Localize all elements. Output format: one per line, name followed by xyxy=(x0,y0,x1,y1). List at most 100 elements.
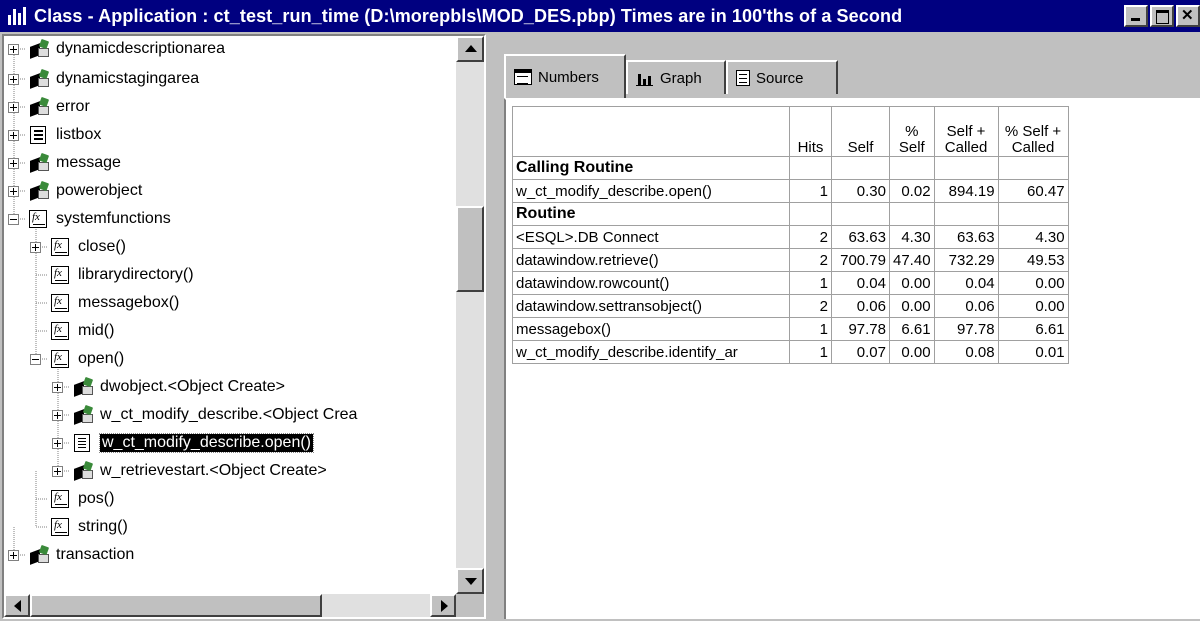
tree-item[interactable]: error xyxy=(8,94,90,120)
table-row[interactable]: datawindow.settransobject() 2 0.06 0.00 0.06… xyxy=(512,294,1069,318)
value-cell: 0.02 xyxy=(889,179,935,203)
empty-cell xyxy=(789,156,832,180)
tree-item[interactable]: dynamicstagingarea xyxy=(8,66,199,92)
horizontal-scroll-thumb[interactable] xyxy=(30,594,322,617)
table-row[interactable]: <ESQL>.DB Connect 2 63.63 4.30 63.63 4.30 xyxy=(512,225,1069,249)
tree-item[interactable]: powerobject xyxy=(8,178,142,204)
tree-item-label: pos() xyxy=(78,490,115,507)
value-cell: 0.00 xyxy=(889,271,935,295)
value-cell: 97.78 xyxy=(831,317,890,341)
expand-icon[interactable] xyxy=(8,43,19,55)
scroll-left-button[interactable] xyxy=(4,594,30,617)
tree-item[interactable]: dwobject.<Object Create> xyxy=(52,374,285,400)
column-header[interactable]: Hits xyxy=(789,106,832,157)
tab-source[interactable]: Source xyxy=(726,60,838,94)
value-cell: 6.61 xyxy=(997,317,1069,341)
tree-item[interactable]: messagebox() xyxy=(30,290,179,316)
function-icon xyxy=(50,489,72,509)
tree-item[interactable]: close() xyxy=(30,234,126,260)
empty-cell xyxy=(889,156,935,180)
scroll-down-button[interactable] xyxy=(456,568,484,594)
expand-icon[interactable] xyxy=(8,73,19,85)
expand-icon[interactable] xyxy=(8,157,19,169)
expand-icon[interactable] xyxy=(52,437,63,449)
tree-item[interactable]: message xyxy=(8,150,121,176)
table-row[interactable]: messagebox() 1 97.78 6.61 97.78 6.61 xyxy=(512,317,1069,341)
tab-graph[interactable]: Graph xyxy=(626,60,726,94)
app-icon xyxy=(6,5,30,27)
function-icon xyxy=(28,209,50,229)
tree-item[interactable]: transaction xyxy=(8,542,134,568)
value-cell: 2 xyxy=(789,294,832,318)
expand-icon[interactable] xyxy=(52,381,63,393)
value-cell: 47.40 xyxy=(889,248,935,272)
scroll-up-button[interactable] xyxy=(456,36,484,62)
tree-item[interactable]: w_ct_modify_describe.<Object Crea xyxy=(52,402,357,428)
table-row[interactable]: datawindow.retrieve() 2 700.79 47.40 732.29 4… xyxy=(512,248,1069,272)
expand-icon[interactable] xyxy=(52,465,63,477)
column-header[interactable]: % Self + Called xyxy=(997,106,1069,157)
table-row[interactable]: w_ct_modify_describe.open() 1 0.30 0.02 894.… xyxy=(512,179,1069,203)
value-cell: 60.47 xyxy=(997,179,1069,203)
class-tree[interactable]: dynamicdescriptionarea dynamicstagingarea… xyxy=(2,34,486,619)
tree-item[interactable]: listbox xyxy=(8,122,101,148)
tree-item-label: open() xyxy=(78,350,125,367)
minimize-button[interactable] xyxy=(1124,5,1148,27)
title-bar[interactable]: Class - Application : ct_test_run_time (… xyxy=(0,0,1200,32)
expand-icon[interactable] xyxy=(8,549,19,561)
collapse-icon[interactable] xyxy=(8,213,19,225)
empty-cell xyxy=(997,156,1069,180)
section-header-row: Routine xyxy=(512,202,1069,226)
scroll-right-button[interactable] xyxy=(430,594,456,617)
column-header[interactable]: Self + Called xyxy=(933,106,999,157)
expand-icon[interactable] xyxy=(8,185,19,197)
tree-item[interactable]: w_retrievestart.<Object Create> xyxy=(52,458,327,484)
value-cell: 1 xyxy=(789,340,832,364)
tree-item-label: messagebox() xyxy=(78,294,180,311)
function-icon xyxy=(50,349,72,369)
tree-item-label: dynamicstagingarea xyxy=(56,70,200,87)
tree-item[interactable]: systemfunctions xyxy=(8,206,171,232)
tree-item[interactable]: dynamicdescriptionarea xyxy=(8,36,225,62)
tree-item[interactable]: pos() xyxy=(30,486,114,512)
tree-item-label: dwobject.<Object Create> xyxy=(100,378,285,395)
maximize-button[interactable] xyxy=(1150,5,1174,27)
object-icon xyxy=(72,460,94,481)
tree-item[interactable]: string() xyxy=(30,514,128,540)
tree-vertical-scrollbar[interactable] xyxy=(456,36,484,594)
tree-item[interactable]: librarydirectory() xyxy=(30,262,194,288)
column-header[interactable] xyxy=(512,106,790,157)
table-row[interactable]: w_ct_modify_describe.identify_ar 1 0.07 0.0… xyxy=(512,340,1069,364)
expand-icon[interactable] xyxy=(8,129,19,141)
value-cell: 0.01 xyxy=(997,340,1069,364)
value-cell: 0.00 xyxy=(997,294,1069,318)
column-header[interactable]: % Self xyxy=(889,106,935,157)
value-cell: 894.19 xyxy=(933,179,999,203)
scroll-thumb[interactable] xyxy=(456,206,484,292)
tree-item[interactable]: mid() xyxy=(30,318,114,344)
expand-icon[interactable] xyxy=(30,241,41,253)
tree-item-label: systemfunctions xyxy=(56,210,171,227)
collapse-icon[interactable] xyxy=(30,353,41,365)
section-title: Routine xyxy=(512,202,790,226)
table-row[interactable]: datawindow.rowcount() 1 0.04 0.00 0.04 0.00 xyxy=(512,271,1069,295)
value-cell: 4.30 xyxy=(997,225,1069,249)
tree-item[interactable]: open() xyxy=(30,346,124,372)
expand-icon[interactable] xyxy=(52,409,63,421)
scrollbar-corner xyxy=(456,594,484,617)
graph-icon xyxy=(636,70,654,86)
timing-table: Hits Self% Self Self + Called% Self + Called C… xyxy=(512,106,1069,364)
tree-horizontal-scrollbar[interactable] xyxy=(4,594,456,617)
section-header-row: Calling Routine xyxy=(512,156,1069,180)
tab-numbers-label: Numbers xyxy=(538,68,599,86)
tree-item-label: powerobject xyxy=(56,182,143,199)
close-button[interactable] xyxy=(1176,5,1200,27)
column-header[interactable]: Self xyxy=(831,106,890,157)
tab-numbers[interactable]: Numbers xyxy=(504,54,626,98)
value-cell: 1 xyxy=(789,317,832,341)
expand-icon[interactable] xyxy=(8,101,19,113)
tree-item[interactable]: w_ct_modify_describe.open() xyxy=(52,430,314,456)
empty-cell xyxy=(933,156,999,180)
tree-item-label: librarydirectory() xyxy=(78,266,194,283)
value-cell: 732.29 xyxy=(933,248,999,272)
